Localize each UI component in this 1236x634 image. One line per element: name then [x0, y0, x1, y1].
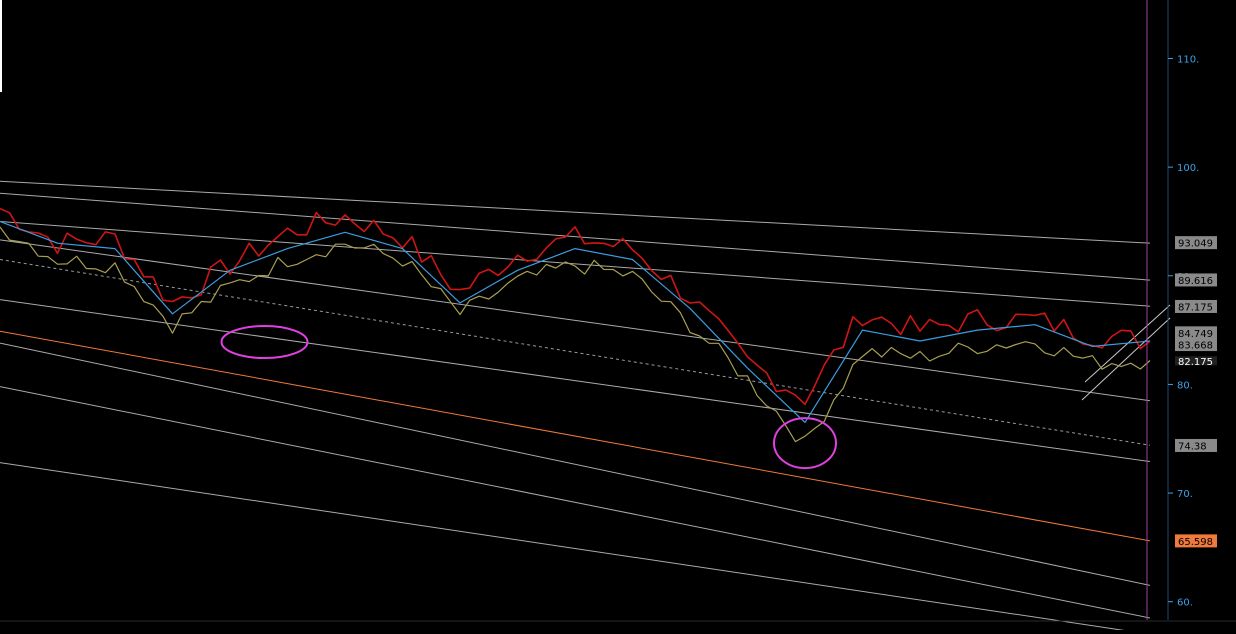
trendline-9 — [0, 330, 1151, 542]
y-tick-label: 60. — [1177, 598, 1193, 609]
price-chart[interactable]: 60.70.80.90.100.110. 93.04989.61687.1758… — [0, 0, 1236, 634]
highlight-circle — [773, 417, 837, 470]
y-tick-label: 70. — [1177, 489, 1193, 500]
series-trend — [0, 220, 1151, 423]
highlight-layer — [220, 325, 837, 470]
y-axis: 60.70.80.90.100.110. — [0, 0, 1236, 622]
highlight-circle — [220, 325, 309, 360]
price-label: 65.598 — [1178, 537, 1213, 548]
trendline-layer — [0, 180, 1171, 634]
left-edge-marker — [0, 0, 2, 92]
series-close — [0, 226, 1151, 443]
price-label: 93.049 — [1178, 239, 1213, 250]
price-label: 74.38 — [1178, 441, 1207, 452]
y-tick-label: 110. — [1177, 54, 1199, 65]
price-label: 89.616 — [1178, 276, 1213, 287]
price-label: 82.175 — [1178, 357, 1213, 368]
trendline-3 — [0, 386, 1151, 619]
series-high — [0, 207, 1151, 406]
chart-canvas[interactable]: 60.70.80.90.100.110. 93.04989.61687.1758… — [0, 0, 1236, 634]
price-label: 83.668 — [1178, 341, 1213, 352]
trendline-7 — [0, 192, 1151, 281]
trendline-5 — [0, 258, 1151, 446]
series-layer — [0, 207, 1151, 443]
price-label-layer: 93.04989.61687.17584.74983.66882.17574.3… — [1175, 236, 1217, 548]
y-tick-label: 80. — [1177, 380, 1193, 391]
trendline-4 — [0, 462, 1151, 634]
y-tick-label: 100. — [1177, 163, 1199, 174]
trendline-1 — [0, 299, 1151, 463]
price-label: 87.175 — [1178, 302, 1213, 313]
trendline-2 — [0, 342, 1151, 586]
